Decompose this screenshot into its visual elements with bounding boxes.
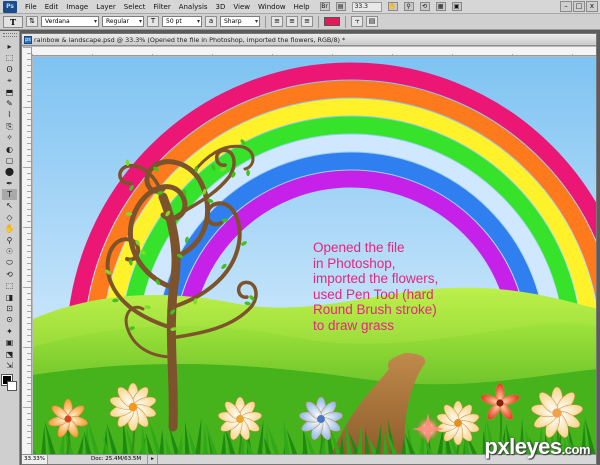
warp-text-icon[interactable]: ⥾ — [351, 16, 363, 27]
tool-27-icon[interactable]: ⬔ — [2, 349, 17, 360]
tools-panel: ▸ ⬚ ʘ ⌖ ⬒ ✎ ⌇ ⎘ ✧ ◐ ▢ ⬤ ✒ T ↖ ◇ ✋ ⚲ ☉ ⬭ ⟲ ⬚ ◨ ⊡ ⊙ ✦ ▣ ⬔ ⇲ — [0, 31, 20, 465]
toggle-orientation-icon[interactable]: ⇅ — [26, 16, 38, 27]
horizontal-ruler[interactable] — [32, 47, 596, 56]
menu-view[interactable]: View — [229, 1, 254, 13]
separator — [345, 15, 346, 28]
text-tool-preset[interactable]: T — [3, 15, 23, 28]
rotate-view-icon[interactable]: ⟲ — [419, 2, 430, 11]
align-right-icon[interactable]: ≡ — [301, 16, 313, 27]
options-bar: T ⇅ Verdana Regular T 50 pt a Sharp ≡ ≡ … — [0, 14, 600, 30]
tool-28-icon[interactable]: ⇲ — [2, 360, 17, 371]
tool-17-icon[interactable]: ⚲ — [2, 235, 17, 246]
tool-8-icon[interactable]: ✧ — [2, 132, 17, 143]
align-left-icon[interactable]: ≡ — [271, 16, 283, 27]
font-family-select[interactable]: Verdana — [41, 16, 99, 27]
menu-window[interactable]: Window — [254, 1, 290, 13]
mini-bridge-icon[interactable]: ▤ — [335, 2, 346, 11]
photoshop-logo: Ps — [3, 0, 17, 13]
tool-5-icon[interactable]: ✎ — [2, 98, 17, 109]
character-panel-icon[interactable]: ▤ — [366, 16, 378, 27]
tool-18-icon[interactable]: ☉ — [2, 246, 17, 257]
menu-layer[interactable]: Layer — [92, 1, 120, 13]
tool-4-icon[interactable]: ⬒ — [2, 87, 17, 98]
align-center-icon[interactable]: ≡ — [286, 16, 298, 27]
status-menu-icon[interactable]: ▸ — [148, 455, 158, 464]
artwork-canvas[interactable] — [33, 57, 596, 454]
tool-25-icon[interactable]: ✦ — [2, 326, 17, 337]
text-color-swatch[interactable] — [324, 17, 340, 26]
menu-3d[interactable]: 3D — [212, 1, 230, 13]
separator — [265, 15, 266, 28]
font-size-icon: T — [147, 16, 159, 27]
canvas-area[interactable]: Opened the file in Photoshop, imported t… — [33, 57, 596, 454]
watermark-brand: pxleyes — [484, 434, 562, 459]
tool-19-icon[interactable]: ⬭ — [2, 257, 17, 268]
close-button[interactable]: x — [586, 1, 598, 12]
window-controls: – □ x — [560, 1, 598, 12]
vertical-ruler[interactable] — [22, 47, 32, 454]
tree-leaf — [125, 212, 133, 216]
tool-26-icon[interactable]: ▣ — [2, 337, 17, 348]
tool-23-icon[interactable]: ⊡ — [2, 303, 17, 314]
tool-21-icon[interactable]: ⬚ — [2, 280, 17, 291]
site-watermark: pxleyes.com — [484, 434, 590, 460]
tool-9-icon[interactable]: ◐ — [2, 144, 17, 155]
document-tab[interactable]: ps rainbow & landscape.psd @ 33.3% (Open… — [22, 34, 596, 46]
tool-list: ▸ ⬚ ʘ ⌖ ⬒ ✎ ⌇ ⎘ ✧ ◐ ▢ ⬤ ✒ T ↖ ◇ ✋ ⚲ ☉ ⬭ ⟲ ⬚ ◨ ⊡ ⊙ ✦ ▣ ⬔ ⇲ — [2, 41, 17, 371]
tool-13-icon[interactable]: T — [2, 189, 17, 201]
document-window: ps rainbow & landscape.psd @ 33.3% (Open… — [21, 33, 597, 465]
status-zoom-field[interactable]: 33.33% — [22, 455, 48, 464]
screen-mode-icon[interactable]: ▣ — [451, 2, 462, 11]
maximize-button[interactable]: □ — [573, 1, 585, 12]
anti-alias-select[interactable]: Sharp — [220, 16, 260, 27]
hand-tool-icon[interactable]: ✋ — [387, 2, 398, 11]
tool-3-icon[interactable]: ⌖ — [2, 75, 17, 86]
panel-grip[interactable] — [3, 33, 17, 37]
zoom-tool-icon[interactable]: ⚲ — [403, 2, 414, 11]
background-color-swatch[interactable] — [6, 381, 17, 392]
minimize-button[interactable]: – — [560, 1, 572, 12]
tool-14-icon[interactable]: ↖ — [2, 200, 17, 211]
menu-bar: Ps File Edit Image Layer Select Filter A… — [0, 0, 600, 14]
tool-16-icon[interactable]: ✋ — [2, 223, 17, 234]
anti-alias-icon: a — [205, 16, 217, 27]
tool-15-icon[interactable]: ◇ — [2, 212, 17, 223]
vertical-ruler-ticks — [23, 47, 31, 444]
font-size-select[interactable]: 50 pt — [162, 16, 202, 27]
menu-analysis[interactable]: Analysis — [175, 1, 212, 13]
menu-select[interactable]: Select — [120, 1, 150, 13]
application-bar-tools: Br ▤ 33.3 ✋ ⚲ ⟲ ▦ ▣ — [319, 1, 462, 12]
tool-10-icon[interactable]: ▢ — [2, 155, 17, 166]
menu-edit[interactable]: Edit — [41, 1, 63, 13]
tool-11-icon[interactable]: ⬤ — [2, 166, 17, 177]
tool-2-icon[interactable]: ʘ — [2, 64, 17, 75]
document-icon: ps — [24, 36, 32, 44]
tool-7-icon[interactable]: ⎘ — [2, 121, 17, 132]
bridge-icon[interactable]: Br — [319, 2, 330, 11]
horizontal-ruler-ticks — [32, 54, 573, 55]
zoom-level-field[interactable]: 33.3 — [351, 1, 382, 12]
font-style-select[interactable]: Regular — [102, 16, 144, 27]
tool-1-icon[interactable]: ⬚ — [2, 52, 17, 63]
tool-22-icon[interactable]: ◨ — [2, 292, 17, 303]
menu-help[interactable]: Help — [290, 1, 314, 13]
tool-0-icon[interactable]: ▸ — [2, 41, 17, 52]
menu-image[interactable]: Image — [62, 1, 92, 13]
document-title: rainbow & landscape.psd @ 33.3% (Opened … — [34, 36, 346, 44]
document-size-info: Doc: 25.4M/63.5M — [88, 455, 148, 464]
menu-filter[interactable]: Filter — [149, 1, 174, 13]
separator — [318, 15, 319, 28]
tool-24-icon[interactable]: ⊙ — [2, 314, 17, 325]
color-swatches — [0, 374, 18, 393]
menu-file[interactable]: File — [21, 1, 41, 13]
watermark-tld: .com — [561, 442, 591, 457]
tool-12-icon[interactable]: ✒ — [2, 178, 17, 189]
tool-20-icon[interactable]: ⟲ — [2, 269, 17, 280]
arrange-documents-icon[interactable]: ▦ — [435, 2, 446, 11]
tool-6-icon[interactable]: ⌇ — [2, 109, 17, 120]
